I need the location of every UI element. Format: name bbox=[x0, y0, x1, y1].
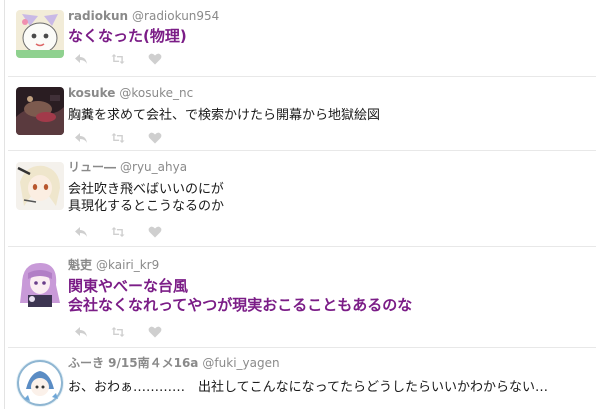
retweet-button[interactable] bbox=[111, 225, 125, 239]
tweet-actions bbox=[74, 131, 185, 145]
reply-button[interactable] bbox=[74, 325, 88, 339]
tweet-actions bbox=[74, 225, 185, 239]
tweet-text: 関東やべーな台風 会社なくなれってやつが現実おこることもあるのな bbox=[68, 277, 412, 315]
reply-icon bbox=[75, 227, 87, 237]
anime-girl-avatar bbox=[16, 162, 64, 210]
retweet-button[interactable] bbox=[111, 325, 125, 339]
tweet-text-line: お、おわぁ………… 出社してこんなになってたらどうしたらいいかわからない… bbox=[68, 380, 548, 395]
retweet-icon bbox=[111, 327, 125, 337]
user-name[interactable]: radiokun bbox=[68, 9, 128, 23]
tweet-actions bbox=[74, 325, 185, 339]
tweet-text-line: なくなった(物理) bbox=[68, 27, 187, 45]
tweet-header: 魁吏 @kairi_kr9 bbox=[68, 258, 159, 272]
tweet-actions bbox=[74, 52, 185, 66]
blue-character-avatar bbox=[16, 359, 64, 407]
like-button[interactable] bbox=[148, 131, 162, 145]
tweet-item: リュー― @ryu_ahya 会社吹き飛べばいいのにが 具現化するとこうなるのか bbox=[0, 151, 596, 247]
purple-hair-avatar bbox=[16, 259, 64, 307]
user-handle[interactable]: @ryu_ahya bbox=[120, 160, 187, 174]
heart-icon bbox=[148, 132, 162, 144]
tweet-text-line: 具現化するとこうなるのか bbox=[68, 199, 225, 214]
tweet-header: radiokun @radiokun954 bbox=[68, 9, 219, 23]
tweet-item: ふーき 9/15南４メ16a @fuki_yagen お、おわぁ………… 出社して… bbox=[0, 348, 596, 409]
cartoon-cat-avatar bbox=[16, 10, 64, 58]
user-name[interactable]: 魁吏 bbox=[68, 258, 92, 272]
tweet-text-line: 会社なくなれってやつが現実おこることもあるのな bbox=[68, 296, 413, 314]
retweet-icon bbox=[111, 227, 125, 237]
user-name[interactable]: ふーき 9/15南４メ16a bbox=[68, 356, 198, 370]
reply-button[interactable] bbox=[74, 225, 88, 239]
tweet-text: お、おわぁ………… 出社してこんなになってたらどうしたらいいかわからない… bbox=[68, 379, 548, 396]
avatar[interactable] bbox=[16, 10, 64, 58]
like-button[interactable] bbox=[148, 325, 162, 339]
avatar[interactable] bbox=[16, 87, 64, 135]
avatar[interactable] bbox=[16, 359, 64, 407]
tweet-header: ふーき 9/15南４メ16a @fuki_yagen bbox=[68, 356, 280, 370]
reply-icon bbox=[75, 54, 87, 64]
user-name[interactable]: kosuke bbox=[68, 86, 115, 100]
retweet-icon bbox=[111, 54, 125, 64]
user-handle[interactable]: @kosuke_nc bbox=[119, 86, 193, 100]
tweet-item: kosuke @kosuke_nc 胸糞を求めて会社、で検索かけたら開幕から地獄絵… bbox=[0, 77, 596, 151]
retweet-button[interactable] bbox=[111, 131, 125, 145]
retweet-icon bbox=[111, 133, 125, 143]
like-button[interactable] bbox=[148, 225, 162, 239]
tweet-header: kosuke @kosuke_nc bbox=[68, 86, 193, 100]
tweet-header: リュー― @ryu_ahya bbox=[68, 160, 187, 174]
dark-photo-avatar bbox=[16, 87, 64, 135]
tweet-text-line: 会社吹き飛べばいいのにが bbox=[68, 182, 224, 197]
user-handle[interactable]: @fuki_yagen bbox=[202, 356, 279, 370]
tweet-text: なくなった(物理) bbox=[68, 27, 187, 46]
like-button[interactable] bbox=[148, 52, 162, 66]
heart-icon bbox=[148, 326, 162, 338]
user-handle[interactable]: @kairi_kr9 bbox=[96, 258, 159, 272]
heart-icon bbox=[148, 53, 162, 65]
reply-icon bbox=[75, 133, 87, 143]
tweet-item: radiokun @radiokun954 なくなった(物理) bbox=[0, 0, 596, 77]
avatar[interactable] bbox=[16, 162, 64, 210]
avatar[interactable] bbox=[16, 259, 64, 307]
tweet-item: 魁吏 @kairi_kr9 関東やべーな台風 会社なくなれってやつが現実おこること… bbox=[0, 247, 596, 348]
reply-button[interactable] bbox=[74, 131, 88, 145]
retweet-button[interactable] bbox=[111, 52, 125, 66]
tweet-text-line: 関東やべーな台風 bbox=[68, 277, 189, 295]
user-handle[interactable]: @radiokun954 bbox=[132, 9, 219, 23]
reply-button[interactable] bbox=[74, 52, 88, 66]
tweet-text-line: 胸糞を求めて会社、で検索かけたら開幕から地獄絵図 bbox=[68, 108, 381, 123]
tweet-text: 胸糞を求めて会社、で検索かけたら開幕から地獄絵図 bbox=[68, 107, 380, 124]
user-name[interactable]: リュー― bbox=[68, 160, 116, 174]
tweet-text: 会社吹き飛べばいいのにが 具現化するとこうなるのか bbox=[68, 181, 224, 215]
reply-icon bbox=[75, 327, 87, 337]
heart-icon bbox=[148, 226, 162, 238]
